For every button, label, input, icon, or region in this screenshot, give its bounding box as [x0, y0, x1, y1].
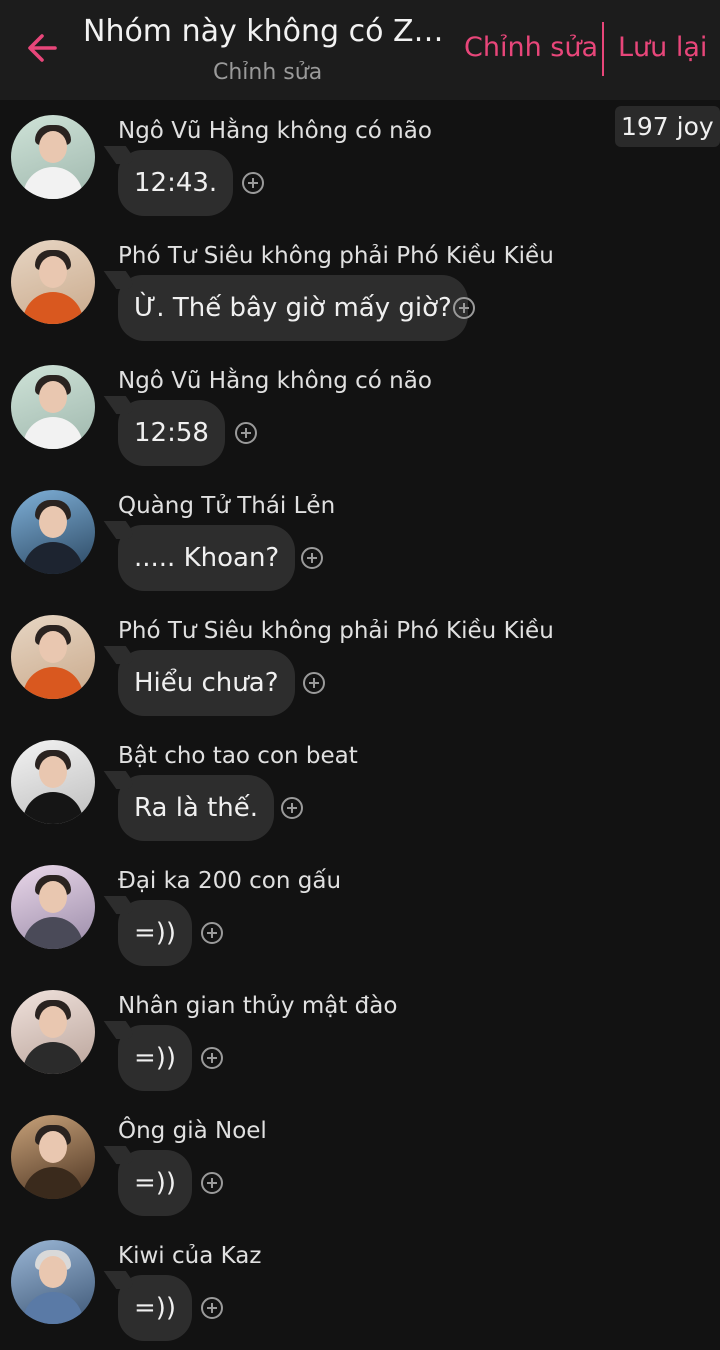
message-bubble[interactable]: Hiểu chưa? [118, 650, 295, 716]
save-button[interactable]: Lưu lại [618, 32, 707, 63]
message-item: Ông già Noel =)) [0, 1100, 720, 1225]
message-item: Nhân gian thủy mật đào =)) [0, 975, 720, 1100]
sender-name: Kiwi của Kaz [118, 1243, 262, 1269]
sender-name: Đại ka 200 con gấu [118, 868, 342, 894]
avatar[interactable] [11, 490, 95, 574]
header-divider [602, 22, 604, 76]
message-bubble[interactable]: =)) [118, 900, 193, 966]
add-reaction-icon[interactable] [200, 1171, 224, 1195]
add-reaction-icon[interactable] [452, 296, 476, 320]
group-title: Nhóm này không có ZKY... [83, 14, 455, 49]
message-bubble[interactable]: Ừ. Thế bây giờ mấy giờ? [118, 275, 468, 341]
sender-name: Bật cho tao con beat [118, 743, 358, 769]
avatar[interactable] [11, 1115, 95, 1199]
message-item: Phó Tư Siêu không phải Phó Kiều Kiều Ừ. … [0, 225, 720, 350]
top-bar: Nhóm này không có ZKY... Chỉnh sửa Chỉnh… [0, 0, 720, 100]
message-bubble[interactable]: =)) [118, 1150, 193, 1216]
add-reaction-icon[interactable] [302, 671, 326, 695]
avatar[interactable] [11, 740, 95, 824]
add-reaction-icon[interactable] [200, 1046, 224, 1070]
message-item: Phó Tư Siêu không phải Phó Kiều Kiều Hiể… [0, 600, 720, 725]
add-reaction-icon[interactable] [200, 921, 224, 945]
avatar[interactable] [11, 240, 95, 324]
avatar[interactable] [11, 990, 95, 1074]
message-item: Quàng Tử Thái Lẻn ..... Khoan? [0, 475, 720, 600]
message-bubble[interactable]: ..... Khoan? [118, 525, 296, 591]
sender-name: Phó Tư Siêu không phải Phó Kiều Kiều [118, 243, 554, 269]
add-reaction-icon[interactable] [241, 171, 265, 195]
message-bubble[interactable]: 12:43. [118, 150, 234, 216]
message-bubble[interactable]: Ra là thế. [118, 775, 275, 841]
add-reaction-icon[interactable] [234, 421, 258, 445]
add-reaction-icon[interactable] [200, 1296, 224, 1320]
message-bubble[interactable]: 12:58 [118, 400, 225, 466]
sender-name: Phó Tư Siêu không phải Phó Kiều Kiều [118, 618, 554, 644]
sender-name: Nhân gian thủy mật đào [118, 993, 398, 1019]
arrow-left-icon [28, 34, 57, 62]
avatar[interactable] [11, 865, 95, 949]
message-bubble[interactable]: =)) [118, 1025, 193, 1091]
avatar[interactable] [11, 1240, 95, 1324]
edit-button[interactable]: Chỉnh sửa [464, 32, 598, 63]
message-item: Ngô Vũ Hằng không có não 12:43. [0, 100, 720, 225]
sender-name: Ngô Vũ Hằng không có não [118, 368, 432, 394]
avatar[interactable] [11, 615, 95, 699]
message-item: Kiwi của Kaz =)) [0, 1225, 720, 1350]
sender-name: Quàng Tử Thái Lẻn [118, 493, 336, 519]
message-item: Bật cho tao con beat Ra là thế. [0, 725, 720, 850]
sender-name: Ông già Noel [118, 1118, 267, 1144]
back-button[interactable] [22, 28, 62, 68]
add-reaction-icon[interactable] [280, 796, 304, 820]
avatar[interactable] [11, 115, 95, 199]
joy-badge: 197 joy [615, 106, 720, 147]
message-item: Ngô Vũ Hằng không có não 12:58 [0, 350, 720, 475]
message-item: Đại ka 200 con gấu =)) [0, 850, 720, 975]
message-bubble[interactable]: =)) [118, 1275, 193, 1341]
avatar[interactable] [11, 365, 95, 449]
group-subtitle: Chỉnh sửa [213, 60, 323, 85]
add-reaction-icon[interactable] [300, 546, 324, 570]
sender-name: Ngô Vũ Hằng không có não [118, 118, 432, 144]
